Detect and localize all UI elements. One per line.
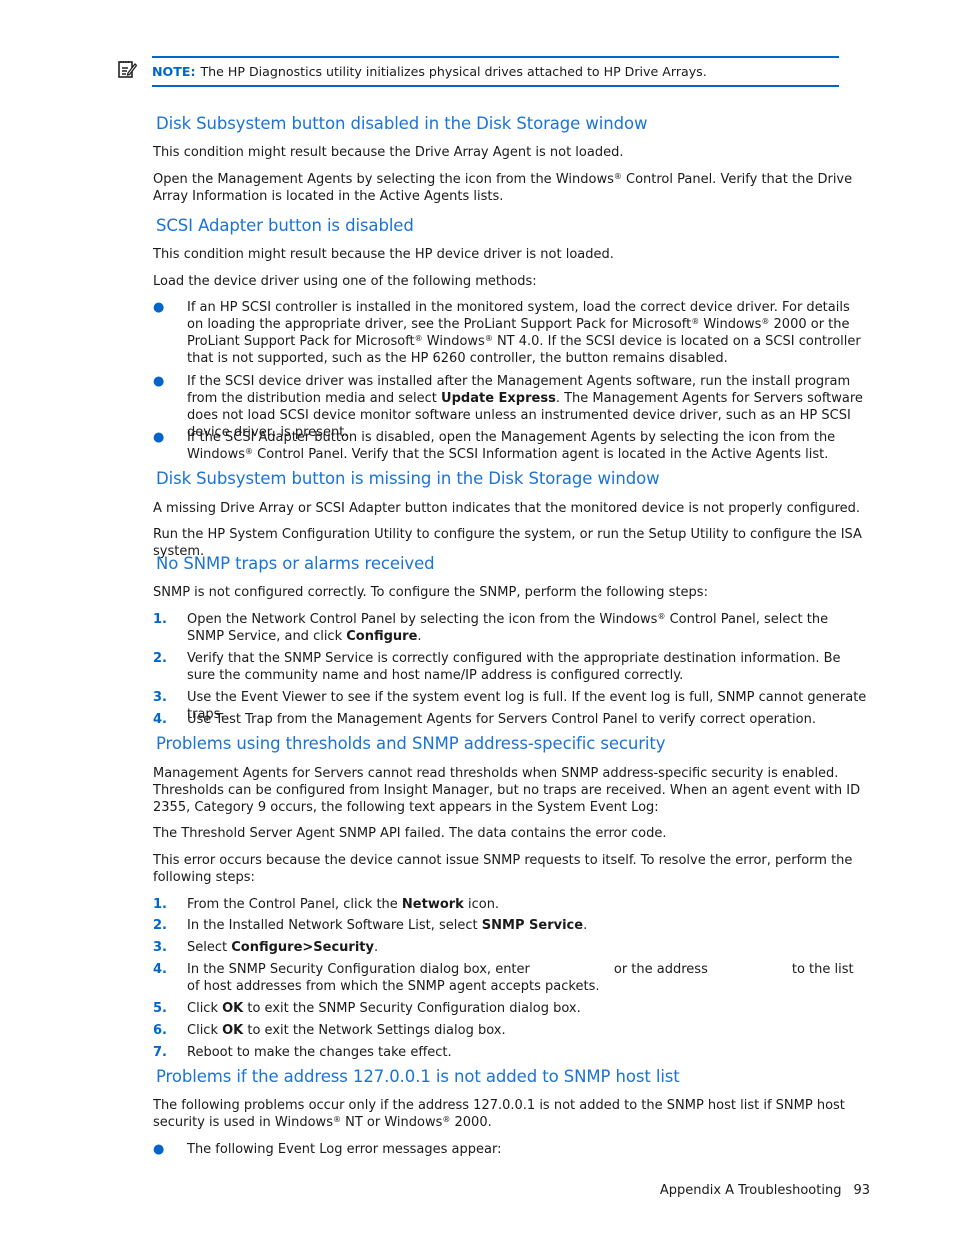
step-number: 5. bbox=[153, 1001, 167, 1016]
note-text: The HP Diagnostics utility initializes p… bbox=[200, 64, 707, 79]
section-heading: Problems if the address 127.0.0.1 is not… bbox=[156, 1067, 680, 1086]
paragraph: Load the device driver using one of the … bbox=[153, 274, 537, 289]
step-number: 2. bbox=[153, 918, 167, 933]
numbered-step: 1. Open the Network Control Panel by sel… bbox=[153, 611, 869, 645]
bullet-icon: ● bbox=[153, 1142, 165, 1157]
paragraph: A missing Drive Array or SCSI Adapter bu… bbox=[153, 501, 861, 516]
bold-term: OK bbox=[222, 1001, 244, 1016]
bullet-item: ● The following Event Log error messages… bbox=[153, 1141, 869, 1158]
note-label: NOTE: bbox=[152, 64, 196, 79]
numbered-step: 5. Click OK to exit the SNMP Security Co… bbox=[153, 1000, 869, 1017]
step-text: In the SNMP Security Configuration dialo… bbox=[187, 962, 854, 994]
step-text: Verify that the SNMP Service is correctl… bbox=[187, 651, 841, 683]
step-number: 3. bbox=[153, 940, 167, 955]
paragraph: SNMP is not configured correctly. To con… bbox=[153, 585, 708, 600]
document-page: NOTE: The HP Diagnostics utility initiali… bbox=[0, 0, 954, 1235]
bullet-item: ● If the SCSI Adapter button is disabled… bbox=[153, 429, 869, 463]
note-callout: NOTE: The HP Diagnostics utility initiali… bbox=[152, 56, 839, 87]
paragraph: The following problems occur only if the… bbox=[153, 1098, 845, 1130]
step-number: 1. bbox=[153, 612, 167, 627]
numbered-step: 2. In the Installed Network Software Lis… bbox=[153, 917, 869, 934]
paragraph: Management Agents for Servers cannot rea… bbox=[153, 766, 861, 815]
paragraph: This error occurs because the device can… bbox=[153, 853, 853, 885]
note-pencil-icon bbox=[118, 61, 137, 78]
bold-term: Configure bbox=[346, 629, 418, 644]
bullet-item: ● If an HP SCSI controller is installed … bbox=[153, 299, 869, 367]
numbered-step: 4. Use Test Trap from the Management Age… bbox=[153, 711, 869, 728]
step-text: In the Installed Network Software List, … bbox=[187, 918, 588, 933]
step-text: Click OK to exit the SNMP Security Confi… bbox=[187, 1001, 581, 1016]
paragraph: The Threshold Server Agent SNMP API fail… bbox=[153, 826, 667, 841]
numbered-step: 7. Reboot to make the changes take effec… bbox=[153, 1044, 869, 1061]
step-number: 4. bbox=[153, 712, 167, 727]
page-number: 93 bbox=[853, 1183, 870, 1198]
bold-term: Update Express bbox=[441, 391, 556, 406]
section-heading: SCSI Adapter button is disabled bbox=[156, 216, 414, 235]
numbered-step: 6. Click OK to exit the Network Settings… bbox=[153, 1022, 869, 1039]
page-footer: Appendix A Troubleshooting 93 bbox=[660, 1183, 870, 1198]
section-heading: No SNMP traps or alarms received bbox=[156, 554, 435, 573]
paragraph: This condition might result because the … bbox=[153, 247, 614, 262]
numbered-step: 4. In the SNMP Security Configuration di… bbox=[153, 961, 869, 995]
numbered-step: 3. Select Configure>Security. bbox=[153, 939, 869, 956]
step-text: Open the Network Control Panel by select… bbox=[187, 612, 829, 644]
step-number: 2. bbox=[153, 651, 167, 666]
paragraph: Open the Management Agents by selecting … bbox=[153, 172, 853, 204]
step-text: Select Configure>Security. bbox=[187, 940, 379, 955]
bullet-text: If the SCSI Adapter button is disabled, … bbox=[187, 430, 836, 462]
bullet-icon: ● bbox=[153, 374, 165, 389]
bold-term: OK bbox=[222, 1023, 244, 1038]
step-number: 6. bbox=[153, 1023, 167, 1038]
bullet-text: If an HP SCSI controller is installed in… bbox=[187, 300, 861, 366]
bullet-text: The following Event Log error messages a… bbox=[187, 1142, 502, 1157]
step-number: 1. bbox=[153, 897, 167, 912]
bullet-icon: ● bbox=[153, 300, 165, 315]
bold-term: SNMP Service bbox=[481, 918, 584, 933]
footer-section: Appendix A Troubleshooting bbox=[659, 1183, 842, 1198]
section-heading: Disk Subsystem button disabled in the Di… bbox=[156, 114, 648, 133]
paragraph: This condition might result because the … bbox=[153, 145, 624, 160]
bold-term: Configure>Security bbox=[231, 940, 374, 955]
step-text: From the Control Panel, click the Networ… bbox=[187, 897, 500, 912]
step-text: Reboot to make the changes take effect. bbox=[187, 1045, 452, 1060]
bullet-icon: ● bbox=[153, 430, 165, 445]
step-number: 7. bbox=[153, 1045, 167, 1060]
step-text: Use Test Trap from the Management Agents… bbox=[187, 712, 816, 727]
section-heading: Disk Subsystem button is missing in the … bbox=[156, 469, 660, 488]
step-text: Click OK to exit the Network Settings di… bbox=[187, 1023, 506, 1038]
step-number: 3. bbox=[153, 690, 167, 705]
numbered-step: 1. From the Control Panel, click the Net… bbox=[153, 896, 869, 913]
numbered-step: 2. Verify that the SNMP Service is corre… bbox=[153, 650, 869, 684]
bold-term: Network bbox=[401, 897, 464, 912]
section-heading: Problems using thresholds and SNMP addre… bbox=[156, 734, 666, 753]
step-number: 4. bbox=[153, 962, 167, 977]
